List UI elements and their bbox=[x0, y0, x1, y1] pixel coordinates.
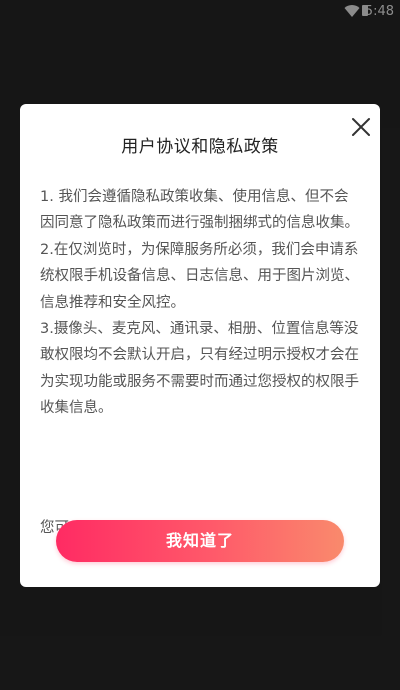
policy-paragraph-3: 3.摄像头、麦克风、通讯录、相册、位置信息等没敢权限均不会默认开启，只有经过明示… bbox=[40, 321, 359, 417]
confirm-button[interactable]: 我知道了 bbox=[56, 520, 344, 562]
policy-paragraph-1: 1. 我们会遵循隐私政策收集、使用信息、但不会因同意了隐私政策而进行强制捆绑式的… bbox=[40, 189, 359, 232]
dialog-body: 1. 我们会遵循隐私政策收集、使用信息、但不会因同意了隐私政策而进行强制捆绑式的… bbox=[40, 184, 362, 422]
close-icon[interactable] bbox=[350, 116, 372, 138]
privacy-dialog: 用户协议和隐私政策 1. 我们会遵循隐私政策收集、使用信息、但不会因同意了隐私政… bbox=[20, 104, 380, 587]
dialog-title: 用户协议和隐私政策 bbox=[121, 137, 279, 157]
policy-paragraph-2: 2.在仅浏览时，为保障服务所必须，我们会申请系统权限手机设备信息、日志信息、用于… bbox=[40, 241, 359, 311]
